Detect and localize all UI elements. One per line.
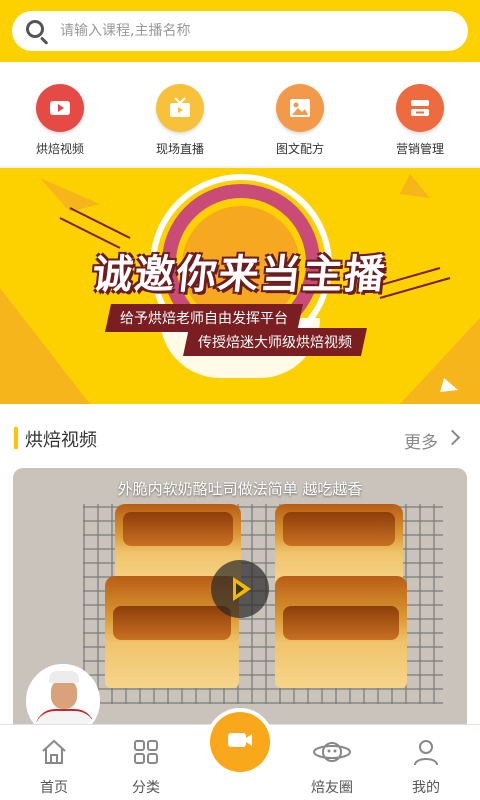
- quicknav-baking-video[interactable]: 烘焙视频: [0, 62, 120, 166]
- planet-icon: [313, 737, 351, 767]
- video-camera-icon: [225, 725, 255, 759]
- management-icon[interactable]: [396, 84, 444, 132]
- promo-banner[interactable]: 诚邀你来当主播 给予烘焙老师自由发挥平台 传授焙迷大师级烘焙视频: [0, 168, 480, 404]
- image-icon[interactable]: [276, 84, 324, 132]
- grid-icon: [131, 737, 161, 767]
- banner-subtitle-2: 传授焙迷大师级烘焙视频: [183, 328, 367, 356]
- quicknav-marketing[interactable]: 营销管理: [360, 62, 480, 166]
- quicknav-label: 营销管理: [395, 142, 444, 156]
- video-title: 外脆内软奶酪吐司做法简单 越吃越香: [117, 480, 363, 498]
- tab-label: 分类: [132, 780, 160, 796]
- chevron-right-icon[interactable]: [444, 429, 461, 446]
- bread-loaf: [275, 504, 403, 586]
- tab-home[interactable]: 首页: [6, 725, 102, 800]
- search-icon[interactable]: [24, 18, 50, 45]
- tab-label: 焙友圈: [311, 780, 353, 796]
- quicknav-live[interactable]: 现场直播: [120, 62, 240, 166]
- play-button[interactable]: [211, 560, 269, 618]
- tab-label: 我的: [412, 780, 440, 796]
- banner-title: 诚邀你来当主播: [90, 252, 389, 298]
- tab-label: 首页: [40, 780, 68, 796]
- tv-icon[interactable]: [156, 84, 204, 132]
- tab-profile[interactable]: 我的: [378, 725, 474, 800]
- search-input[interactable]: [60, 23, 440, 39]
- quick-nav: 烘焙视频 现场直播 图文配方 营销管理: [0, 62, 480, 166]
- section-accent-bar: [14, 427, 18, 449]
- quicknav-label: 烘焙视频: [35, 142, 84, 156]
- quicknav-label: 图文配方: [275, 142, 324, 156]
- more-link[interactable]: 更多: [404, 428, 438, 453]
- tab-community[interactable]: 焙友圈: [284, 725, 380, 800]
- quicknav-recipe[interactable]: 图文配方: [240, 62, 360, 166]
- section-header: 烘焙视频 更多: [0, 404, 480, 468]
- video-card: 外脆内软奶酪吐司做法简单 越吃越香: [0, 468, 480, 738]
- section-title: 烘焙视频: [25, 430, 97, 451]
- quicknav-label: 现场直播: [155, 142, 204, 156]
- home-icon: [39, 737, 69, 767]
- video-camera-icon[interactable]: [36, 84, 84, 132]
- search-bar[interactable]: [12, 11, 468, 51]
- center-video-button[interactable]: [210, 712, 270, 772]
- user-icon: [411, 737, 441, 767]
- bread-loaf: [275, 576, 407, 688]
- tab-category[interactable]: 分类: [98, 725, 194, 800]
- top-header: [0, 0, 480, 62]
